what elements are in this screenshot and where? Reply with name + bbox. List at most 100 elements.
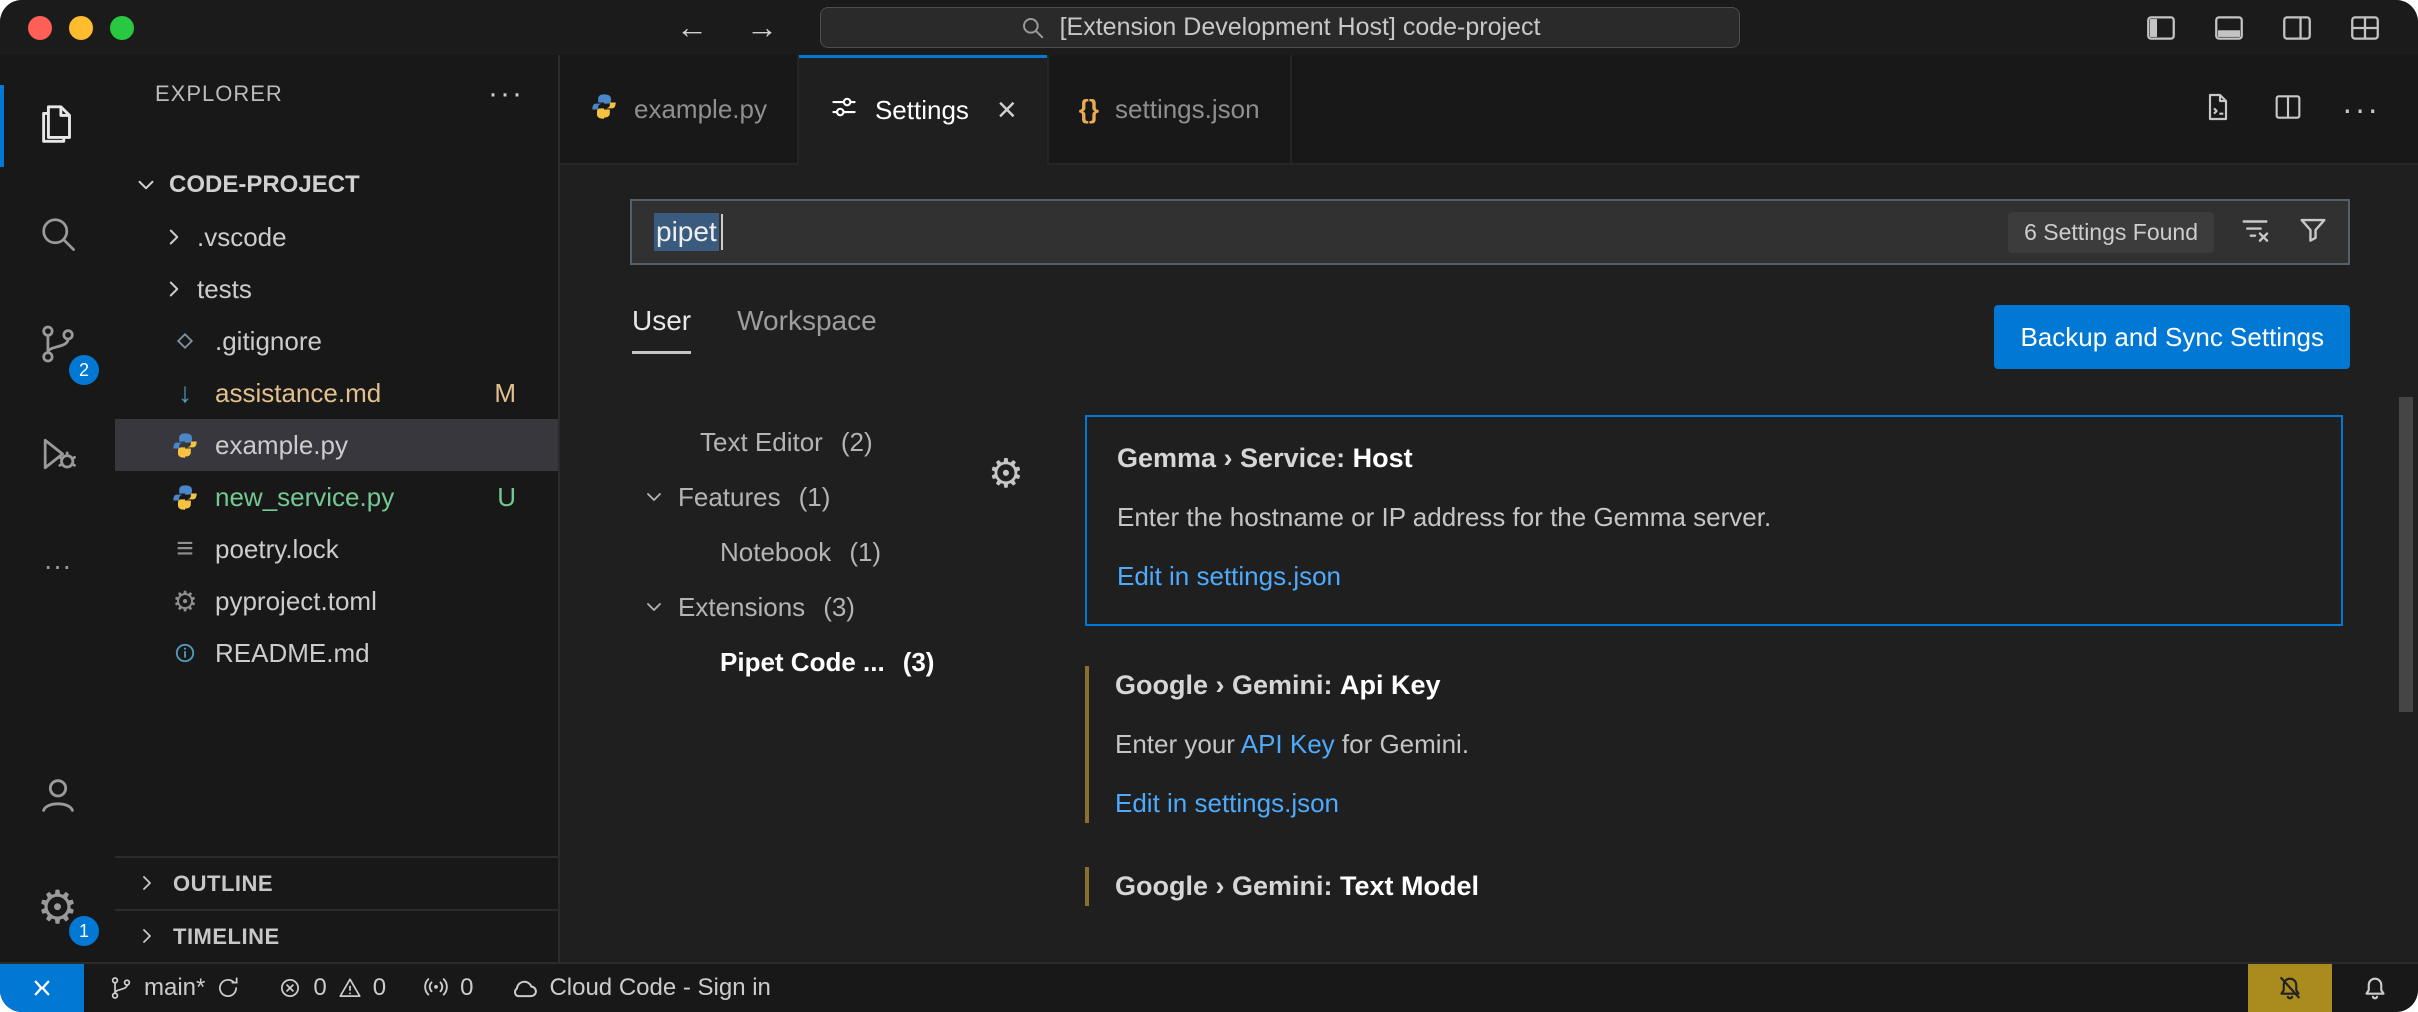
toc-text-editor[interactable]: Text Editor (2) xyxy=(560,415,1015,470)
bell-icon xyxy=(2360,973,2390,1003)
branch-indicator[interactable]: main* xyxy=(108,974,241,1002)
python-icon xyxy=(590,92,618,127)
chevron-down-icon xyxy=(640,485,666,511)
notifications-bell[interactable] xyxy=(2332,973,2418,1003)
filter-icon[interactable] xyxy=(2296,213,2330,252)
edit-in-settings-json-link[interactable]: Edit in settings.json xyxy=(1115,788,2343,819)
warning-icon xyxy=(337,975,363,1001)
activity-settings[interactable]: ⚙ 1 xyxy=(0,852,115,962)
search-value: pipet xyxy=(654,213,719,251)
git-diamond-icon xyxy=(169,329,201,353)
settings-scope-tabs: User Workspace xyxy=(632,305,877,354)
activity-run-debug[interactable] xyxy=(0,401,115,511)
minimize-window-button[interactable] xyxy=(69,16,93,40)
gear-icon: ⚙ xyxy=(169,585,201,618)
root-folder-label: CODE-PROJECT xyxy=(169,171,360,199)
setting-google-gemini-api-key[interactable]: Google › Gemini: Api Key Enter your API … xyxy=(1085,662,2343,827)
account-icon xyxy=(35,772,81,823)
settings-list: Gemma › Service: Host Enter the hostname… xyxy=(1085,415,2343,962)
remote-indicator[interactable] xyxy=(0,964,84,1012)
ports-indicator[interactable]: 0 xyxy=(422,974,473,1002)
chevron-right-icon xyxy=(161,224,187,250)
toc-pipet-code[interactable]: Pipet Code ... (3) xyxy=(560,635,1015,690)
tree-item-assistance-md[interactable]: ↓ assistance.md M xyxy=(115,367,558,419)
activity-accounts[interactable] xyxy=(0,742,115,852)
tree-item-vscode[interactable]: .vscode xyxy=(115,211,558,263)
activity-explorer[interactable] xyxy=(0,71,115,181)
toc-notebook[interactable]: Notebook (1) xyxy=(560,525,1015,580)
back-icon[interactable]: ← xyxy=(676,9,708,46)
more-actions-icon[interactable]: ··· xyxy=(2342,91,2380,128)
tab-settings[interactable]: Settings × xyxy=(799,55,1049,165)
info-icon xyxy=(169,640,201,666)
settings-badge: 1 xyxy=(69,916,99,946)
cloud-icon xyxy=(509,973,539,1003)
python-icon xyxy=(169,431,201,459)
setting-actions-gear-icon[interactable]: ⚙ xyxy=(988,451,1024,497)
tree-item-tests[interactable]: tests xyxy=(115,263,558,315)
tree-item-new-service-py[interactable]: new_service.py U xyxy=(115,471,558,523)
tree-item-example-py[interactable]: example.py xyxy=(115,419,558,471)
tab-example-py[interactable]: example.py xyxy=(560,55,799,163)
cloud-code-signin[interactable]: Cloud Code - Sign in xyxy=(509,973,770,1003)
toggle-panel-icon[interactable] xyxy=(2212,11,2246,45)
editor-scrollbar[interactable] xyxy=(2399,397,2413,712)
settings-search-input[interactable]: pipet 6 Settings Found xyxy=(630,199,2350,265)
python-icon xyxy=(169,483,201,511)
window-controls xyxy=(0,16,134,40)
scope-tab-user[interactable]: User xyxy=(632,305,691,354)
problems-indicator[interactable]: 0 0 xyxy=(277,974,386,1002)
zoom-window-button[interactable] xyxy=(110,16,134,40)
clear-search-icon[interactable] xyxy=(2238,213,2272,252)
tree-root-code-project[interactable]: CODE-PROJECT xyxy=(115,159,558,211)
activity-source-control[interactable]: 2 xyxy=(0,291,115,401)
tree-item-readme-md[interactable]: README.md xyxy=(115,627,558,679)
json-braces-icon: {} xyxy=(1079,94,1099,125)
toggle-secondary-sidebar-icon[interactable] xyxy=(2280,11,2314,45)
forward-icon[interactable]: → xyxy=(746,9,778,46)
ports-count: 0 xyxy=(460,974,473,1002)
scm-badge: 2 xyxy=(69,355,99,385)
outline-section[interactable]: OUTLINE xyxy=(115,856,558,909)
toc-extensions[interactable]: Extensions (3) xyxy=(560,580,1015,635)
settings-editor: pipet 6 Settings Found User Workspace Ba… xyxy=(560,165,2418,962)
api-key-link[interactable]: API Key xyxy=(1241,729,1335,759)
git-status-modified: M xyxy=(494,378,516,409)
setting-google-gemini-text-model[interactable]: Google › Gemini: Text Model xyxy=(1085,863,2343,910)
toggle-primary-sidebar-icon[interactable] xyxy=(2144,11,2178,45)
scope-tab-workspace[interactable]: Workspace xyxy=(737,305,877,354)
status-bar: main* 0 0 0 Cloud Code - Sign in xyxy=(0,962,2418,1012)
command-center[interactable]: [Extension Development Host] code-projec… xyxy=(820,7,1740,48)
error-icon xyxy=(277,975,303,1001)
notifications-muted-indicator[interactable] xyxy=(2248,964,2332,1012)
cloud-code-label: Cloud Code - Sign in xyxy=(549,974,770,1002)
split-editor-icon[interactable] xyxy=(2272,91,2304,128)
tree-item-pyproject-toml[interactable]: ⚙ pyproject.toml xyxy=(115,575,558,627)
edit-in-settings-json-link[interactable]: Edit in settings.json xyxy=(1117,561,2311,592)
tree-item-gitignore[interactable]: .gitignore xyxy=(115,315,558,367)
timeline-section[interactable]: TIMELINE xyxy=(115,909,558,962)
chevron-right-icon xyxy=(135,924,161,950)
backup-sync-button[interactable]: Backup and Sync Settings xyxy=(1994,305,2350,369)
toc-features[interactable]: Features (1) xyxy=(560,470,1015,525)
close-icon[interactable]: × xyxy=(997,93,1017,127)
sync-icon xyxy=(215,975,241,1001)
run-debug-icon xyxy=(36,432,80,481)
activity-search[interactable] xyxy=(0,181,115,291)
window-title: [Extension Development Host] code-projec… xyxy=(1060,13,1541,42)
setting-gemma-service-host[interactable]: Gemma › Service: Host Enter the hostname… xyxy=(1085,415,2343,626)
tab-settings-json[interactable]: {} settings.json xyxy=(1049,55,1292,163)
tree-item-poetry-lock[interactable]: ≡ poetry.lock xyxy=(115,523,558,575)
explorer-more-actions-icon[interactable]: ··· xyxy=(488,77,524,111)
results-count-badge: 6 Settings Found xyxy=(2008,212,2214,253)
bell-slash-icon xyxy=(2275,973,2305,1003)
error-count: 0 xyxy=(313,974,326,1002)
title-bar: ← → [Extension Development Host] code-pr… xyxy=(0,0,2418,55)
activity-more[interactable]: ··· xyxy=(0,511,115,621)
file-tree: CODE-PROJECT .vscode tests .gitignore ↓ … xyxy=(115,133,558,856)
customize-layout-icon[interactable] xyxy=(2348,11,2382,45)
open-settings-json-icon[interactable] xyxy=(2202,91,2234,128)
close-window-button[interactable] xyxy=(28,16,52,40)
branch-name: main* xyxy=(144,974,205,1002)
sliders-icon xyxy=(829,92,859,129)
